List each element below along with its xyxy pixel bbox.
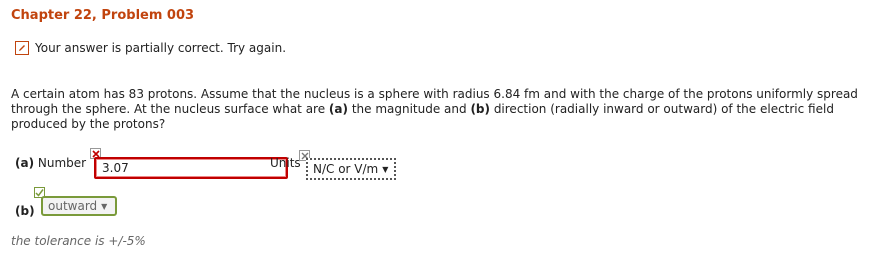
part-b-label: (b) [15, 204, 35, 218]
page-title: Chapter 22, Problem 003 [11, 8, 195, 23]
dropdown-arrow-icon: ▼ [382, 164, 389, 174]
units-label: Units [270, 156, 301, 170]
part-b-marker: (b) [470, 102, 490, 116]
direction-select[interactable]: outward ▼ [41, 196, 117, 216]
pencil-icon [15, 41, 29, 55]
answer-status: Your answer is partially correct. Try ag… [15, 40, 286, 56]
status-message: Your answer is partially correct. Try ag… [35, 41, 287, 55]
number-input[interactable] [94, 157, 288, 179]
part-a-marker: (a) [328, 102, 348, 116]
tolerance-text: the tolerance is +/-5% [11, 234, 146, 248]
part-a-label: (a) Number [15, 156, 87, 170]
units-select[interactable]: N/C or V/m ▼ [306, 158, 396, 180]
dropdown-arrow-icon: ▼ [101, 201, 108, 211]
question-text: A certain atom has 83 protons. Assume th… [11, 87, 858, 131]
